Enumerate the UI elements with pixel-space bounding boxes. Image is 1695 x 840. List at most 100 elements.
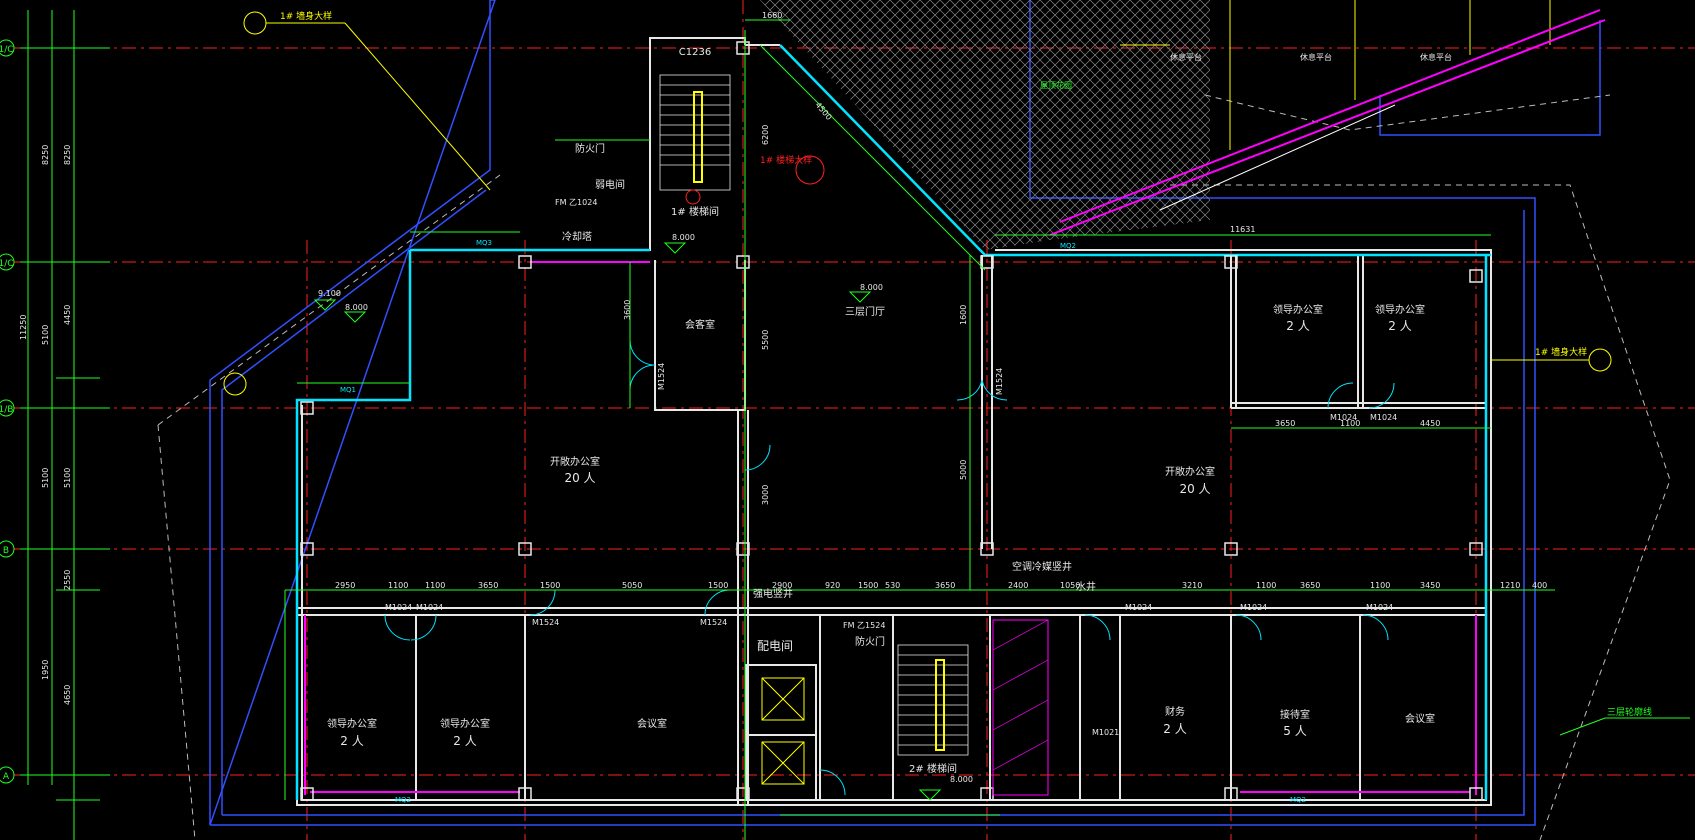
room-label: 会议室	[1405, 712, 1435, 725]
room-count: 20 人	[564, 471, 595, 485]
dim-text: 1500	[708, 581, 728, 590]
room-count: 2 人	[453, 734, 476, 748]
door-code: FM 乙1024	[555, 198, 597, 207]
room-label: 领导办公室	[1375, 303, 1425, 316]
room-label: 开敞办公室	[550, 455, 600, 468]
room-label: 接待室	[1280, 708, 1310, 721]
dim-text: 11631	[1230, 225, 1255, 234]
garden-label: 屋顶花园	[1040, 80, 1072, 90]
level-text: 8.000	[950, 775, 973, 784]
dim-text: 1100	[1370, 581, 1390, 590]
room-label: 防火门	[575, 142, 605, 155]
axis-label: 1/C	[0, 259, 14, 269]
dim-text: 1600	[959, 305, 968, 325]
axis-label: A	[3, 772, 10, 782]
room-label: 三层门厅	[845, 305, 885, 318]
room-label: 开敞办公室	[1165, 465, 1215, 478]
door-code: M1024	[1240, 603, 1267, 612]
dim-text: 1100	[388, 581, 408, 590]
level-text: 9.100	[318, 289, 341, 298]
dim-text: 920	[825, 581, 840, 590]
door-code: FM 乙1524	[843, 621, 885, 630]
dim-text: 2400	[1008, 581, 1028, 590]
door-code: M1024	[1125, 603, 1152, 612]
dim-text: 3650	[478, 581, 498, 590]
room-label: 配电间	[757, 639, 793, 653]
dim-text: 1100	[1256, 581, 1276, 590]
room-label: 防火门	[855, 635, 885, 648]
floor-plan-drawing: 1/C 1/C 1/B B A 11250 8250 8250 4450 510…	[0, 0, 1695, 840]
dim-text: 1950	[41, 660, 50, 680]
room-label: 领导办公室	[327, 717, 377, 730]
detail-text: 1# 楼梯大样	[760, 154, 812, 166]
room-label: 领导办公室	[1273, 303, 1323, 316]
level-text: 8.000	[860, 283, 883, 292]
dim-text: 1100	[425, 581, 445, 590]
room-count: 5 人	[1283, 724, 1306, 738]
door-code: M1524	[657, 363, 666, 390]
window-code: MQ1	[340, 386, 356, 394]
door-code: M1024	[1370, 413, 1397, 422]
dim-text: 4650	[63, 685, 72, 705]
dim-text: 11250	[19, 315, 28, 340]
window-code: C1236	[679, 47, 711, 58]
axis-label: B	[3, 546, 9, 556]
room-label: 领导办公室	[440, 717, 490, 730]
stair-label: 2# 楼梯间	[909, 762, 957, 775]
dim-text: 3210	[1182, 581, 1202, 590]
room-label: 弱电间	[595, 178, 625, 191]
callout-text: 1# 墙身大样	[280, 10, 332, 22]
room-label: 强电竖井	[753, 587, 793, 600]
dim-text: 5050	[622, 581, 642, 590]
dim-text: 5100	[41, 325, 50, 345]
room-count: 2 人	[1286, 319, 1309, 333]
door-code: M1524	[532, 618, 559, 627]
room-count: 2 人	[1163, 722, 1186, 736]
window-code: MQ3	[476, 239, 492, 247]
callout-text: 三层轮廓线	[1607, 706, 1652, 718]
level-text: 8.000	[345, 303, 368, 312]
dim-text: 3000	[761, 485, 770, 505]
dim-text: 6200	[761, 125, 770, 145]
dim-text: 5000	[959, 460, 968, 480]
window-code: MQ2	[1060, 242, 1076, 250]
door-code: M1524	[700, 618, 727, 627]
room-label: 冷却塔	[562, 230, 592, 243]
door-code: M1024	[385, 603, 412, 612]
dim-text: 3650	[1275, 419, 1295, 428]
room-label: 水井	[1076, 580, 1096, 593]
room-label: 会议室	[637, 717, 667, 730]
dim-text: 1210	[1500, 581, 1520, 590]
room-label: 会客室	[685, 318, 715, 331]
window-code: MQ2	[395, 796, 411, 804]
dim-text: 1660	[762, 11, 782, 20]
dim-text: 8250	[41, 145, 50, 165]
room-label: 财务	[1165, 705, 1185, 718]
dim-text: 400	[1532, 581, 1547, 590]
door-code: M1021	[1092, 728, 1119, 737]
platform-label: 休息平台	[1170, 52, 1202, 62]
dim-text: 3650	[935, 581, 955, 590]
dim-text: 5100	[41, 468, 50, 488]
dim-text: 4450	[63, 305, 72, 325]
dim-text: 5500	[761, 330, 770, 350]
dim-text: 1500	[540, 581, 560, 590]
dim-text: 1500	[858, 581, 878, 590]
dim-text: 3600	[623, 300, 632, 320]
axis-label: 1/C	[0, 45, 14, 55]
axis-label: 1/B	[0, 405, 13, 415]
room-count: 2 人	[1388, 319, 1411, 333]
dim-text: 5100	[63, 468, 72, 488]
door-code: M1524	[995, 368, 1004, 395]
room-label: 空调冷媒竖井	[1012, 560, 1072, 573]
room-count: 20 人	[1179, 482, 1210, 496]
dim-text: 2950	[335, 581, 355, 590]
window-code: MQ2	[1290, 796, 1306, 804]
callout-text: 1# 墙身大样	[1535, 346, 1587, 358]
dim-text: 2550	[63, 570, 72, 590]
dim-text: 8250	[63, 145, 72, 165]
dim-text: 3650	[1300, 581, 1320, 590]
door-code: M1024	[1330, 413, 1357, 422]
platform-label: 休息平台	[1300, 52, 1332, 62]
room-count: 2 人	[340, 734, 363, 748]
